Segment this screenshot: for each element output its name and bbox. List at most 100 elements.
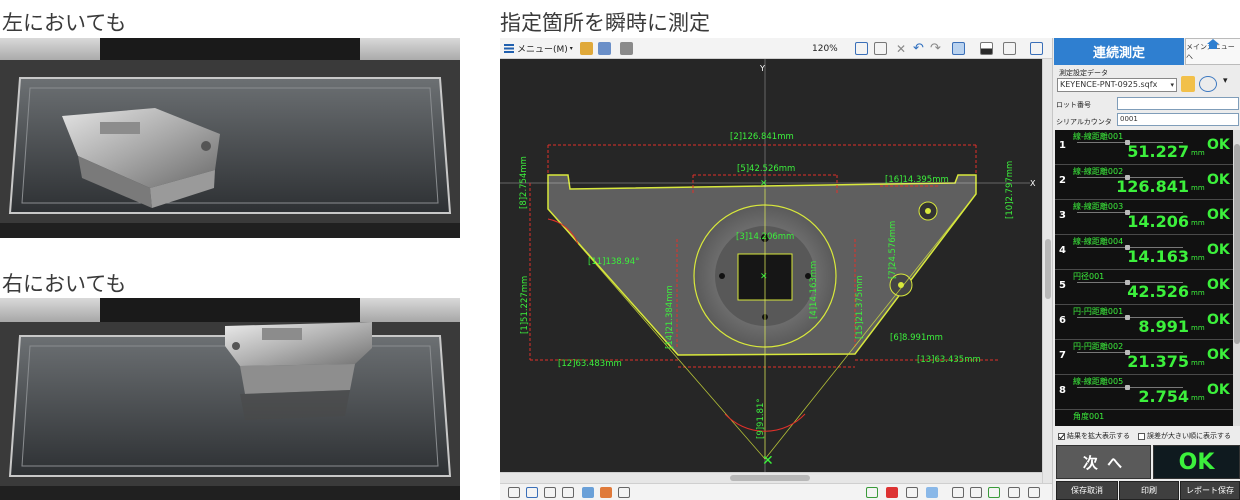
result-name: 円径001 [1073, 272, 1105, 281]
edge-icon[interactable] [952, 487, 964, 498]
result-row[interactable]: 8 線-線距離005 2.754 mm OK [1055, 375, 1240, 410]
annotation-label: [5]42.526mm [737, 164, 795, 174]
main-menu-button[interactable]: メインメニューへ [1185, 38, 1240, 65]
print-preview-button[interactable] [598, 41, 611, 56]
result-judge: OK [1207, 207, 1230, 223]
result-row[interactable]: 3 線-線距離003 14.206 mm OK [1055, 200, 1240, 235]
scale-button[interactable] [1003, 41, 1016, 56]
table-icon[interactable] [618, 487, 630, 498]
next-button[interactable]: 次 へ [1056, 445, 1151, 479]
view-mode-button[interactable] [952, 41, 965, 56]
result-unit: mm [1191, 184, 1205, 192]
print-button[interactable]: 印刷 [1119, 481, 1179, 500]
display-options: 結果を拡大表示する 誤差が大きい順に表示する [1055, 429, 1240, 443]
annotation-label: [13]63.435mm [917, 355, 981, 365]
save-report-button[interactable]: レポート保存 [1180, 481, 1240, 500]
sort-by-error-label: 誤差が大きい順に表示する [1147, 432, 1231, 440]
result-row[interactable]: 7 円-円距離002 21.375 mm OK [1055, 340, 1240, 375]
annotation-label: [15]21.375mm [855, 275, 865, 339]
folder-icon[interactable] [1181, 76, 1195, 92]
af-icon[interactable] [1008, 487, 1020, 498]
scroll-thumb[interactable] [730, 475, 810, 481]
result-index: 1 [1059, 140, 1066, 151]
menu-button[interactable]: メニュー(M) ▾ [504, 41, 573, 56]
mode-title: 連続測定 [1054, 38, 1184, 65]
rotate-icon[interactable] [988, 487, 1000, 498]
result-value: 8.991 [1138, 317, 1189, 336]
result-row[interactable]: 2 線-線距離002 126.841 mm OK [1055, 165, 1240, 200]
fit-small-button[interactable] [874, 41, 887, 56]
view-mode-icon [952, 42, 965, 55]
print-button[interactable] [620, 41, 633, 56]
chevron-down-icon: ▾ [569, 45, 573, 52]
results-scrollbar[interactable] [1233, 130, 1240, 426]
scroll-thumb[interactable] [1045, 239, 1051, 299]
result-row[interactable]: 1 線-線距離001 51.227 mm OK [1055, 130, 1240, 165]
photo-part-right [0, 298, 460, 500]
result-row[interactable]: 角度001 [1055, 410, 1240, 426]
scissors-icon[interactable] [562, 487, 574, 498]
result-value: 14.206 [1127, 212, 1189, 231]
result-row[interactable]: 5 円径001 42.526 mm OK [1055, 270, 1240, 305]
scale-icon [1003, 42, 1016, 55]
zoom-level[interactable]: 120% [812, 41, 838, 56]
result-name: 円-円距離001 [1073, 307, 1124, 316]
undo-icon[interactable]: ↶ [913, 41, 924, 56]
annotation-label: [12]63.483mm [558, 359, 622, 369]
delete-icon[interactable]: ✕ [896, 41, 906, 56]
search-icon[interactable] [1199, 76, 1217, 92]
sort-by-error-checkbox[interactable]: 誤差が大きい順に表示する [1138, 431, 1231, 441]
setting-file-select[interactable]: KEYENCE-PNT-0925.sqfx ▾ [1057, 78, 1177, 92]
annotation-label: [9]91.81° [756, 398, 766, 439]
lot-number-input[interactable] [1117, 97, 1239, 110]
image-icon[interactable] [582, 487, 594, 498]
color-button[interactable] [980, 41, 993, 56]
checkbox-empty-icon [1138, 432, 1145, 440]
result-judge: OK [1207, 382, 1230, 398]
result-unit: mm [1191, 289, 1205, 297]
target-icon[interactable] [600, 487, 612, 498]
serial-counter-input[interactable]: 0001 [1117, 113, 1239, 126]
result-judge: OK [1207, 312, 1230, 328]
light-icon[interactable] [1028, 487, 1040, 498]
checkbox-checked-icon [1058, 432, 1065, 440]
annotation-label: [4]14.163mm [809, 261, 819, 319]
result-name: 線-線距離004 [1073, 237, 1124, 246]
result-row[interactable]: 4 線-線距離004 14.163 mm OK [1055, 235, 1240, 270]
result-value: 14.163 [1127, 247, 1189, 266]
overall-judge: OK [1153, 445, 1240, 479]
cancel-save-button[interactable]: 保存取消 [1056, 481, 1118, 500]
chevron-down-icon[interactable]: ▾ [1223, 76, 1228, 86]
annotation-label: [3]14.206mm [736, 232, 794, 242]
result-name: 線-線距離003 [1073, 202, 1124, 211]
play-icon[interactable] [866, 487, 878, 498]
layers-icon[interactable] [526, 487, 538, 498]
result-row[interactable]: 6 円-円距離001 8.991 mm OK [1055, 305, 1240, 340]
result-name: 円-円距離002 [1073, 342, 1124, 351]
setting-data-label: 測定設定データ [1059, 69, 1108, 77]
image-viewport[interactable]: Y X ✕ ✕ ✕ [2]126.841mm [5]42.526mm [16]1… [500, 59, 1042, 483]
vertical-scrollbar[interactable] [1042, 59, 1052, 483]
toolbar: メニュー(M) ▾ 120% ✕ ↶ ↷ [500, 38, 1052, 59]
result-value: 126.841 [1116, 177, 1189, 196]
image-mode-button[interactable] [580, 41, 593, 56]
redo-icon[interactable]: ↷ [930, 41, 941, 56]
results-list[interactable]: 1 線-線距離001 51.227 mm OK 2 線-線距離002 126.8… [1055, 130, 1240, 426]
scroll-thumb[interactable] [1234, 144, 1240, 344]
fit-icon [855, 42, 868, 55]
probe-icon[interactable] [906, 487, 918, 498]
cross-marker-center: ✕ [760, 272, 768, 282]
measurement-app-window: メニュー(M) ▾ 120% ✕ ↶ ↷ Y X ✕ ✕ ✕ [2]126.84… [500, 38, 1240, 500]
auto-fit-button[interactable] [855, 41, 868, 56]
tools-icon[interactable] [544, 487, 556, 498]
camera-icon[interactable] [508, 487, 520, 498]
result-name: 線-線距離002 [1073, 167, 1124, 176]
result-index: 3 [1059, 210, 1066, 221]
wave-icon[interactable] [926, 487, 938, 498]
record-icon[interactable] [886, 487, 898, 498]
export-button[interactable] [1030, 41, 1043, 56]
enlarge-results-checkbox[interactable]: 結果を拡大表示する [1058, 431, 1130, 441]
height-icon[interactable] [970, 487, 982, 498]
horizontal-scrollbar[interactable] [500, 472, 1042, 483]
annotation-label: [16]14.395mm [885, 175, 949, 185]
